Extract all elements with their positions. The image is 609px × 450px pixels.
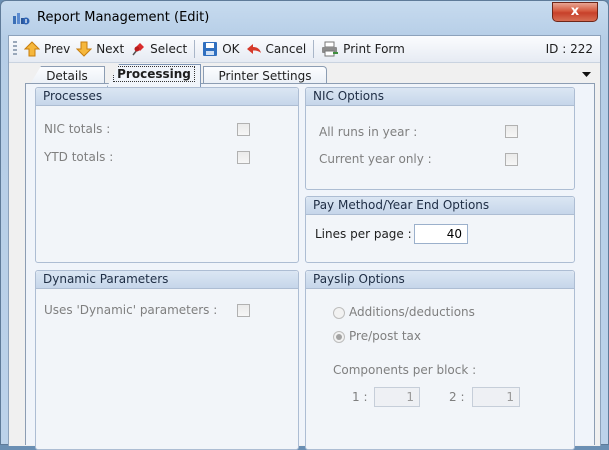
dynamic-parameters-group: Dynamic Parameters Uses 'Dynamic' parame… [35, 270, 299, 450]
select-label: Select [150, 42, 188, 56]
processes-title: Processes [36, 88, 298, 106]
nic-totals-label: NIC totals : [44, 122, 111, 136]
lines-per-page-input[interactable]: 40 [414, 224, 468, 244]
title-bar: Report Management (Edit) x [1, 1, 608, 35]
down-arrow-icon [76, 41, 93, 57]
nic-options-title: NIC Options [306, 88, 574, 106]
nic-totals-checkbox[interactable] [237, 123, 250, 136]
ok-label: OK [222, 42, 240, 56]
lines-per-page-label: Lines per page : [315, 227, 412, 241]
uses-dynamic-label: Uses 'Dynamic' parameters : [44, 303, 218, 317]
additions-radio[interactable] [333, 307, 345, 319]
uses-dynamic-checkbox[interactable] [237, 304, 250, 317]
component-1-input[interactable]: 1 [374, 387, 420, 407]
toolbar: Prev Next Select OK Cancel Print Form ID… [9, 36, 600, 63]
report-app-icon [13, 13, 30, 25]
print-form-button[interactable]: Print Form [318, 38, 408, 60]
all-runs-checkbox[interactable] [505, 125, 518, 138]
ytd-totals-label: YTD totals : [44, 150, 114, 164]
prev-button[interactable]: Prev [21, 38, 73, 60]
save-disk-icon [203, 42, 218, 56]
window-title: Report Management (Edit) [37, 10, 210, 25]
current-year-checkbox[interactable] [505, 153, 518, 166]
toolbar-separator [313, 40, 315, 58]
component-1-label: 1 : [352, 390, 368, 404]
select-button[interactable]: Select [127, 38, 190, 60]
prepost-label: Pre/post tax [349, 329, 422, 343]
cancel-button[interactable]: Cancel [243, 38, 310, 60]
record-id: ID : 222 [545, 42, 593, 56]
print-form-label: Print Form [343, 42, 405, 56]
toolbar-grip[interactable] [13, 41, 17, 57]
tab-processing-label: Processing [113, 66, 195, 82]
pay-method-title: Pay Method/Year End Options [306, 197, 574, 215]
processes-group: Processes NIC totals : YTD totals : [35, 87, 299, 263]
up-arrow-icon [24, 41, 40, 57]
component-2-label: 2 : [449, 390, 465, 404]
caret-down-icon [582, 72, 591, 77]
payslip-options-title: Payslip Options [306, 271, 574, 289]
back-arrow-icon [246, 44, 261, 54]
nic-options-group: NIC Options All runs in year : Current y… [305, 87, 575, 190]
pushpin-icon [132, 43, 145, 56]
processing-tab-page: Processes NIC totals : YTD totals : NIC … [25, 83, 595, 450]
next-label: Next [96, 42, 125, 56]
component-2-input[interactable]: 1 [472, 387, 520, 407]
current-year-label: Current year only : [319, 152, 432, 166]
cancel-label: Cancel [265, 42, 307, 56]
tab-overflow-dropdown[interactable] [582, 70, 591, 81]
close-button[interactable]: x [552, 2, 598, 22]
pay-method-group: Pay Method/Year End Options Lines per pa… [305, 196, 575, 263]
tab-processing[interactable]: Processing [107, 64, 201, 87]
prev-label: Prev [44, 42, 71, 56]
ytd-totals-checkbox[interactable] [237, 151, 250, 164]
ok-button[interactable]: OK [199, 38, 242, 60]
additions-label: Additions/deductions [349, 305, 475, 319]
dynamic-parameters-title: Dynamic Parameters [36, 271, 298, 289]
toolbar-separator [194, 40, 196, 58]
payslip-options-group: Payslip Options Additions/deductions Pre… [305, 270, 575, 450]
printer-icon [322, 41, 339, 57]
close-icon: x [570, 4, 580, 19]
prepost-radio[interactable] [333, 331, 345, 343]
all-runs-label: All runs in year : [319, 125, 418, 139]
next-button[interactable]: Next [73, 38, 127, 60]
components-per-block-label: Components per block : [333, 363, 477, 377]
